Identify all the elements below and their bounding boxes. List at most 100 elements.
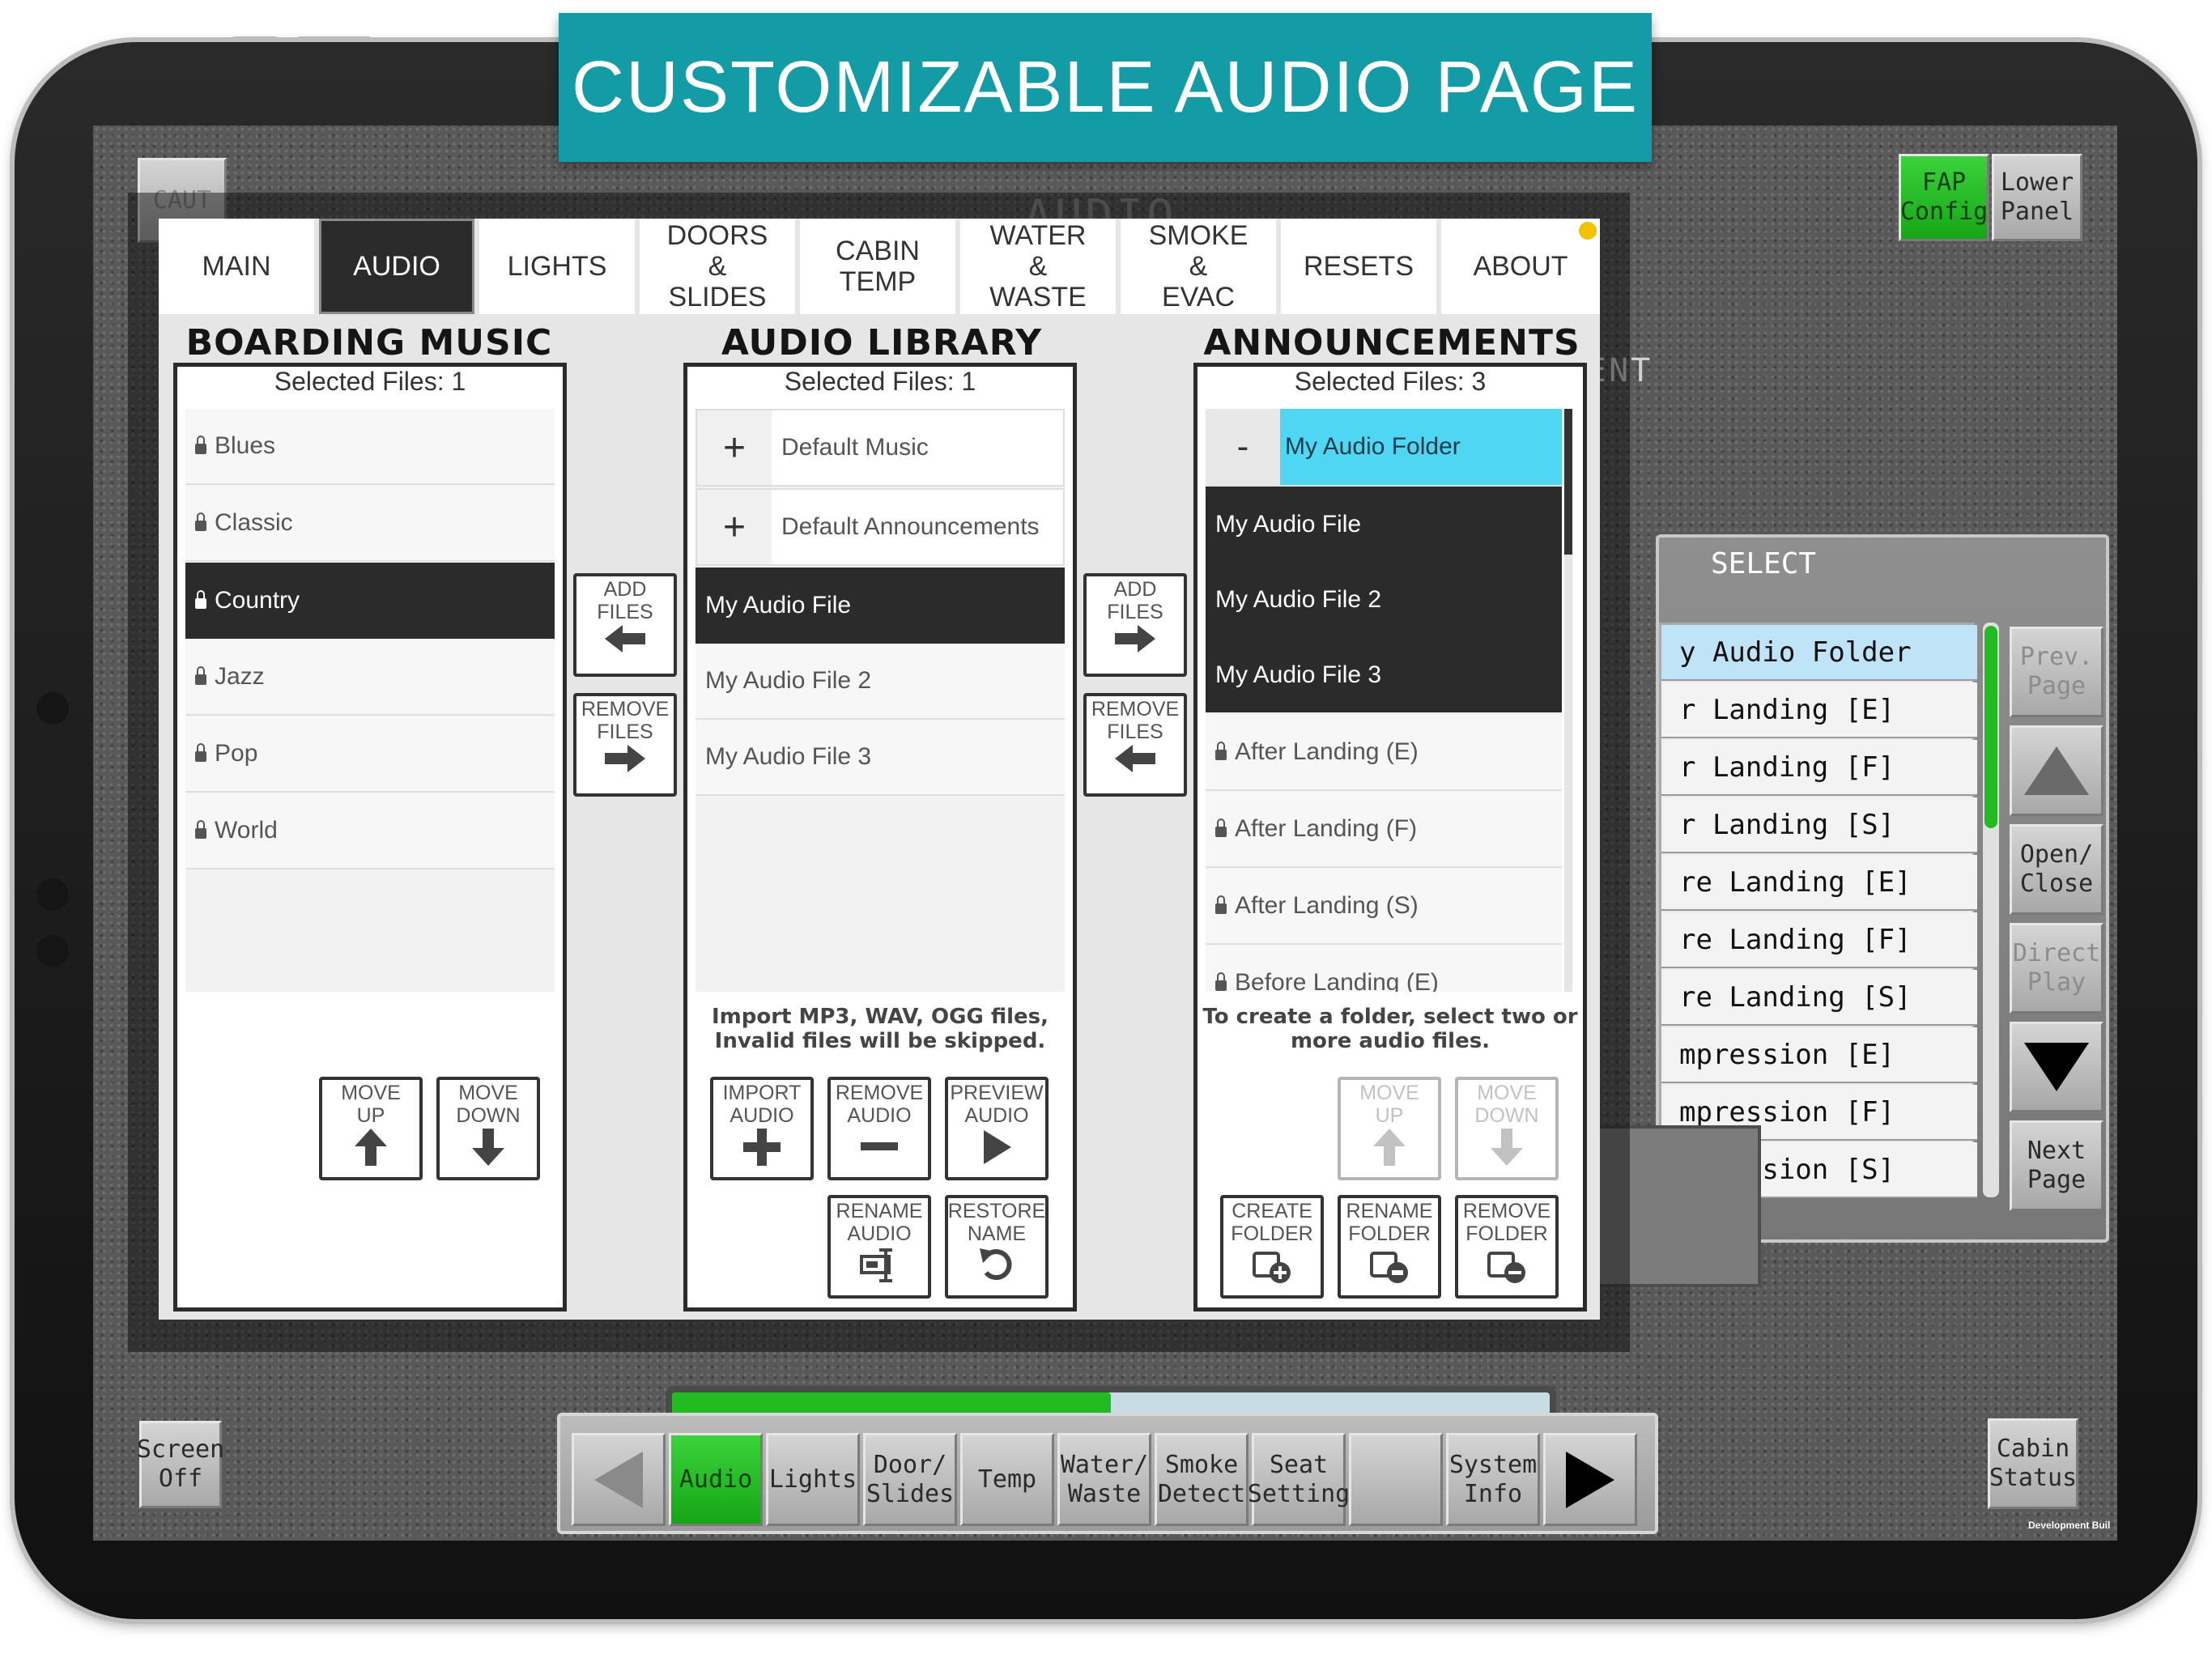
move-up-button[interactable]: MOVE UP bbox=[319, 1077, 423, 1180]
folder-item[interactable]: + Default Music bbox=[696, 409, 1065, 487]
move-down-button-disabled[interactable]: MOVE DOWN bbox=[1455, 1077, 1559, 1180]
tab-smoke-evac[interactable]: SMOKE & EVAC bbox=[1121, 219, 1276, 314]
list-item-label: After Landing (F) bbox=[1235, 815, 1418, 842]
import-audio-button[interactable]: IMPORT AUDIO bbox=[710, 1077, 814, 1180]
select-list-item[interactable]: r Landing [S] bbox=[1661, 797, 1977, 853]
audio-library-list[interactable]: + Default Music + Default Announcements … bbox=[696, 409, 1065, 992]
scroll-down-button[interactable] bbox=[2010, 1022, 2104, 1112]
select-list-item[interactable]: y Audio Folder bbox=[1661, 625, 1977, 681]
tab-cabin-temp[interactable]: CABIN TEMP bbox=[800, 219, 955, 314]
list-item[interactable]: Jazz bbox=[185, 640, 555, 716]
tab-main[interactable]: MAIN bbox=[159, 219, 314, 314]
cabin-status-button[interactable]: Cabin Status bbox=[1988, 1418, 2078, 1509]
nav-audio[interactable]: Audio bbox=[669, 1433, 763, 1526]
folder-item[interactable]: + Default Announcements bbox=[696, 488, 1065, 566]
list-item-label: My Audio File bbox=[1215, 510, 1362, 538]
list-item[interactable]: My Audio File 2 bbox=[696, 644, 1065, 720]
remove-audio-button[interactable]: REMOVE AUDIO bbox=[827, 1077, 931, 1180]
list-item[interactable]: World bbox=[185, 793, 555, 869]
list-item[interactable]: Pop bbox=[185, 716, 555, 793]
button-label: RENAME FOLDER bbox=[1346, 1200, 1433, 1245]
select-list-item[interactable]: re Landing [F] bbox=[1661, 912, 1977, 968]
create-folder-button[interactable]: CREATE FOLDER bbox=[1220, 1195, 1324, 1299]
list-item-selected[interactable]: My Audio File bbox=[696, 568, 1065, 644]
button-label: REMOVE AUDIO bbox=[835, 1082, 924, 1127]
lower-panel-button[interactable]: Lower Panel bbox=[1992, 154, 2082, 241]
move-down-button[interactable]: MOVE DOWN bbox=[436, 1077, 540, 1180]
preview-audio-button[interactable]: PREVIEW AUDIO bbox=[945, 1077, 1049, 1180]
list-item[interactable]: Blues bbox=[185, 409, 555, 485]
list-item-selected[interactable]: Country bbox=[185, 563, 555, 639]
tab-doors-slides[interactable]: DOORS & SLIDES bbox=[640, 219, 795, 314]
nav-door-slides[interactable]: Door/ Slides bbox=[863, 1433, 957, 1526]
select-list-item[interactable]: mpression [E] bbox=[1661, 1027, 1977, 1083]
list-item[interactable]: After Landing (S) bbox=[1206, 869, 1562, 945]
select-list[interactable]: y Audio Folder r Landing [E] r Landing [F]… bbox=[1659, 623, 1977, 1198]
add-files-right-button[interactable]: ADD FILES bbox=[1083, 573, 1187, 677]
nav-system-info[interactable]: System Info bbox=[1446, 1433, 1540, 1526]
tab-about[interactable]: ABOUT bbox=[1441, 219, 1600, 314]
nav-lights[interactable]: Lights bbox=[766, 1433, 860, 1526]
rename-audio-button[interactable]: RENAME AUDIO bbox=[827, 1195, 931, 1299]
nav-smoke-detect[interactable]: Smoke Detect bbox=[1155, 1433, 1249, 1526]
nav-prev-button[interactable] bbox=[572, 1433, 666, 1526]
announcements-scrollbar[interactable] bbox=[1564, 409, 1572, 992]
list-item[interactable]: Before Landing (E) bbox=[1206, 946, 1562, 992]
list-item[interactable]: Classic bbox=[185, 486, 555, 562]
list-item[interactable]: After Landing (F) bbox=[1206, 792, 1562, 868]
tab-resets[interactable]: RESETS bbox=[1281, 219, 1436, 314]
folder-item-expanded[interactable]: - My Audio Folder bbox=[1206, 409, 1562, 487]
audio-library-selected: Selected Files: 1 bbox=[784, 367, 976, 396]
nav-next-button[interactable] bbox=[1543, 1433, 1637, 1526]
tab-lights[interactable]: LIGHTS bbox=[479, 219, 635, 314]
select-scrollbar[interactable] bbox=[1983, 623, 1999, 1197]
next-page-button[interactable]: Next Page bbox=[2010, 1120, 2104, 1211]
lock-icon bbox=[195, 589, 206, 609]
prev-page-button[interactable]: Prev. Page bbox=[2010, 627, 2104, 717]
list-item[interactable]: My Audio File 3 bbox=[696, 720, 1065, 796]
direct-play-button[interactable]: Direct Play bbox=[2010, 923, 2104, 1014]
select-list-item[interactable]: re Landing [E] bbox=[1661, 855, 1977, 911]
expand-icon[interactable]: + bbox=[697, 410, 772, 485]
expand-icon[interactable]: + bbox=[697, 490, 772, 564]
select-list-item[interactable]: re Landing [S] bbox=[1661, 970, 1977, 1026]
boarding-music-title: BOARDING MUSIC bbox=[185, 322, 553, 363]
remove-folder-button[interactable]: REMOVE FOLDER bbox=[1455, 1195, 1559, 1299]
add-files-left-button[interactable]: ADD FILES bbox=[573, 573, 677, 677]
tab-water-waste[interactable]: WATER & WASTE bbox=[960, 219, 1116, 314]
remove-files-right-button[interactable]: REMOVE FILES bbox=[1083, 693, 1187, 797]
boarding-music-list[interactable]: Blues Classic Country Jazz Pop World bbox=[185, 409, 555, 992]
nav-seat-setting[interactable]: Seat Setting bbox=[1248, 1433, 1350, 1526]
scroll-thumb[interactable] bbox=[1564, 409, 1572, 555]
lock-icon bbox=[1215, 895, 1227, 914]
open-close-button[interactable]: Open/ Close bbox=[2010, 824, 2104, 915]
arrow-right-icon bbox=[1115, 625, 1155, 653]
folder-child-item[interactable]: My Audio File 3 bbox=[1206, 637, 1562, 712]
move-up-button-disabled[interactable]: MOVE UP bbox=[1338, 1077, 1441, 1180]
folder-child-item[interactable]: My Audio File bbox=[1206, 487, 1562, 562]
button-label: REMOVE FILES bbox=[581, 698, 670, 743]
restore-name-button[interactable]: RESTORE NAME bbox=[945, 1195, 1049, 1299]
remove-files-left-button[interactable]: REMOVE FILES bbox=[573, 693, 677, 797]
lock-icon bbox=[195, 512, 206, 531]
scroll-up-button[interactable] bbox=[2010, 725, 2104, 816]
select-scroll-thumb[interactable] bbox=[1984, 626, 1997, 828]
screen-off-button[interactable]: Screen Off bbox=[137, 1421, 224, 1508]
select-list-item[interactable]: r Landing [F] bbox=[1661, 740, 1977, 796]
folder-label: My Audio Folder bbox=[1285, 433, 1461, 460]
nav-temp[interactable]: Temp bbox=[960, 1433, 1054, 1526]
fap-config-button[interactable]: FAP Config bbox=[1899, 154, 1989, 241]
list-item[interactable]: After Landing (E) bbox=[1206, 715, 1562, 791]
list-item-label: Country bbox=[215, 587, 300, 614]
announcements-list[interactable]: - My Audio Folder My Audio File My Audio… bbox=[1206, 409, 1562, 992]
rename-folder-button[interactable]: RENAME FOLDER bbox=[1338, 1195, 1441, 1299]
lock-icon bbox=[195, 435, 206, 454]
nav-blank[interactable] bbox=[1349, 1433, 1443, 1526]
boarding-music-selected: Selected Files: 1 bbox=[274, 367, 466, 396]
tab-audio[interactable]: AUDIO bbox=[319, 219, 474, 314]
nav-water-waste[interactable]: Water/ Waste bbox=[1057, 1433, 1151, 1526]
folder-child-item[interactable]: My Audio File 2 bbox=[1206, 562, 1562, 637]
collapse-icon[interactable]: - bbox=[1206, 409, 1280, 486]
button-label: PREVIEW AUDIO bbox=[950, 1082, 1044, 1127]
select-list-item[interactable]: r Landing [E] bbox=[1661, 682, 1977, 738]
